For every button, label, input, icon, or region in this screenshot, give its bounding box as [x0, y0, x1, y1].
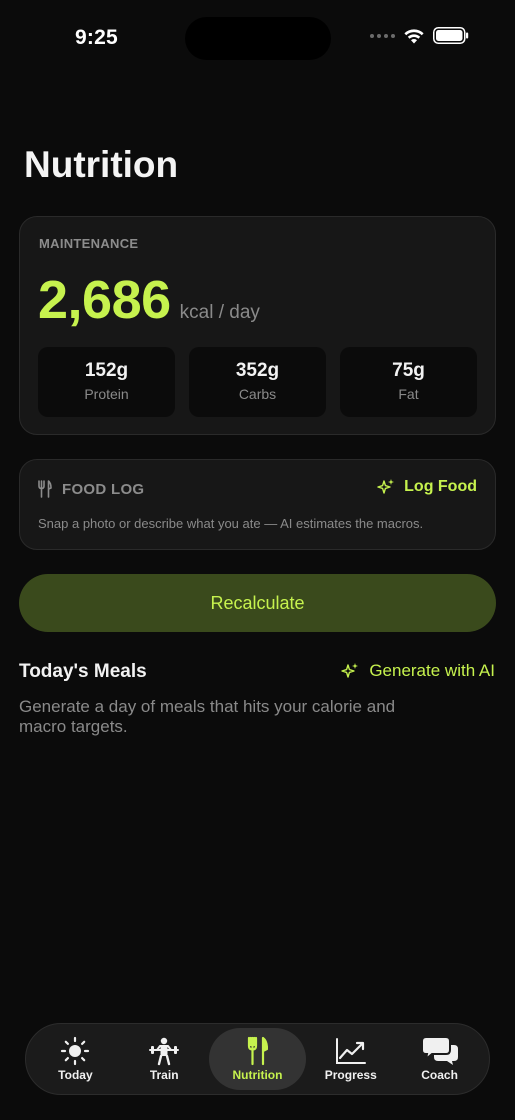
- macro-carbs: 352g Carbs: [189, 347, 326, 417]
- calorie-summary: 2,686 kcal / day: [38, 269, 260, 331]
- food-log-description: Snap a photo or describe what you ate — …: [38, 516, 424, 531]
- generate-with-ai-button[interactable]: Generate with AI: [341, 661, 495, 681]
- chat-bubbles-icon: [420, 1036, 460, 1066]
- macro-protein: 152g Protein: [38, 347, 175, 417]
- calorie-value: 2,686: [38, 270, 171, 330]
- maintenance-label: MAINTENANCE: [39, 236, 139, 251]
- tab-coach[interactable]: Coach: [395, 1028, 484, 1090]
- tab-label: Coach: [421, 1068, 458, 1082]
- status-icons: [370, 27, 469, 44]
- recalculate-button[interactable]: Recalculate: [19, 574, 496, 632]
- maintenance-card: MAINTENANCE 2,686 kcal / day 152g Protei…: [19, 216, 496, 435]
- tab-label: Today: [58, 1068, 93, 1082]
- macro-value: 75g: [392, 360, 425, 381]
- weightlifter-icon: [148, 1036, 180, 1066]
- tab-nutrition[interactable]: Nutrition: [208, 1028, 307, 1090]
- tab-train[interactable]: Train: [120, 1028, 209, 1090]
- tab-bar: Today Train Nutrition Progress Coach: [25, 1023, 490, 1095]
- tab-label: Train: [149, 1068, 179, 1082]
- sparkles-icon: [341, 663, 359, 678]
- generate-with-ai-label: Generate with AI: [369, 661, 495, 680]
- tab-label: Nutrition: [232, 1068, 283, 1082]
- tab-today[interactable]: Today: [31, 1028, 120, 1090]
- macro-label: Fat: [398, 386, 419, 402]
- signal-icon: [370, 33, 395, 38]
- wifi-icon: [404, 28, 424, 43]
- sun-icon: [60, 1036, 90, 1066]
- fork-knife-icon: [38, 480, 52, 498]
- calorie-unit: kcal / day: [179, 302, 260, 323]
- tab-progress[interactable]: Progress: [306, 1028, 395, 1090]
- page-title: Nutrition: [24, 144, 179, 185]
- macro-fat: 75g Fat: [340, 347, 477, 417]
- tab-label: Progress: [324, 1068, 377, 1082]
- macro-value: 352g: [235, 360, 280, 381]
- macro-list: 152g Protein 352g Carbs 75g Fat: [38, 347, 477, 417]
- macro-value: 152g: [84, 360, 129, 381]
- macro-label: Carbs: [238, 386, 277, 402]
- sparkles-icon: [377, 479, 395, 494]
- battery-icon: [433, 27, 469, 44]
- food-log-card: FOOD LOG Log Food Snap a photo or descri…: [19, 459, 496, 550]
- meals-title: Today's Meals: [19, 661, 147, 682]
- meals-description: Generate a day of meals that hits your c…: [19, 697, 396, 736]
- status-bar: 9:25: [0, 0, 515, 70]
- chart-line-icon: [335, 1036, 367, 1066]
- status-time: 9:25: [75, 26, 118, 49]
- food-log-title: FOOD LOG: [62, 480, 145, 498]
- food-log-header: FOOD LOG: [38, 480, 144, 498]
- fork-knife-icon: [246, 1036, 269, 1066]
- log-food-button[interactable]: Log Food: [377, 478, 477, 496]
- macro-label: Protein: [84, 386, 129, 402]
- log-food-label: Log Food: [404, 478, 477, 495]
- dynamic-island: [185, 17, 331, 60]
